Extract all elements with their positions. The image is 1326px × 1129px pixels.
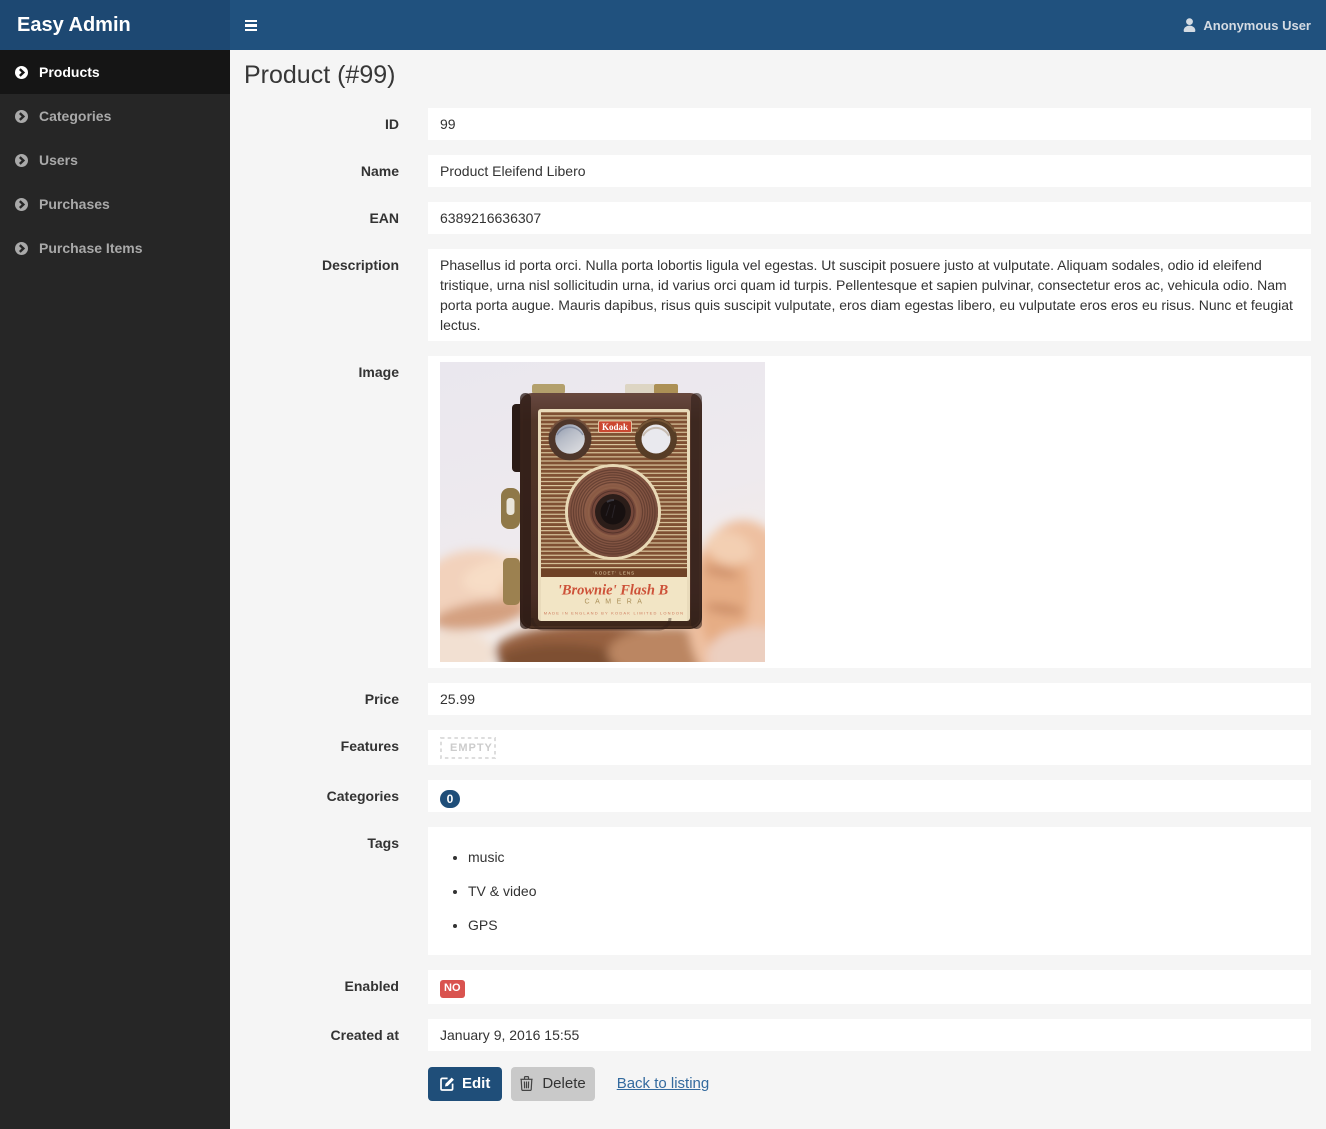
svg-text:Kodak: Kodak <box>602 422 628 432</box>
svg-text:'Brownie' Flash B: 'Brownie' Flash B <box>558 583 669 599</box>
svg-text:'KODET' LENS: 'KODET' LENS <box>593 571 635 576</box>
svg-text:CAMERA: CAMERA <box>585 599 648 606</box>
svg-text:MADE IN ENGLAND BY KODAK LIMIT: MADE IN ENGLAND BY KODAK LIMITED LONDON <box>544 611 685 616</box>
